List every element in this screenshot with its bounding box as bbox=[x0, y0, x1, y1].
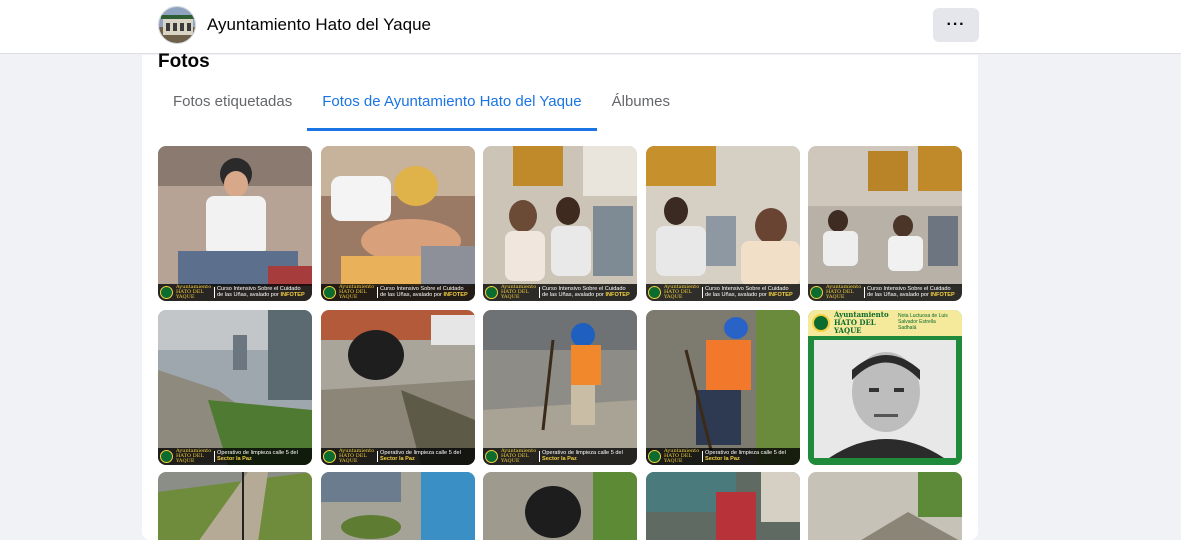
page-header: Ayuntamiento Hato del Yaque ··· bbox=[0, 0, 1181, 54]
ayuntamiento-logo-icon bbox=[485, 450, 498, 463]
caption-text: Operativo de limpieza calle 5 del Sector … bbox=[539, 450, 623, 463]
ayuntamiento-logo-icon bbox=[810, 286, 823, 299]
ayuntamiento-logo-icon bbox=[648, 450, 661, 463]
photo-image bbox=[158, 472, 312, 540]
necrology-text: Nota Luctuosa de Luis Salvador Estrella … bbox=[898, 313, 948, 331]
caption-brand: Ayuntamiento HATO DEL YAQUE bbox=[664, 448, 700, 464]
photo-caption: Ayuntamiento HATO DEL YAQUE Operativo de… bbox=[646, 448, 800, 465]
caption-text: Curso Intensivo Sobre el Cuidado de las U… bbox=[377, 286, 468, 299]
photo-thumbnail[interactable] bbox=[646, 472, 800, 540]
photo-tabs: Fotos etiquetadas Fotos de Ayuntamiento … bbox=[158, 85, 685, 131]
photo-thumbnail[interactable] bbox=[808, 472, 962, 540]
photo-image bbox=[808, 146, 962, 301]
caption-brand: Ayuntamiento HATO DEL YAQUE bbox=[501, 448, 537, 464]
photos-section: Fotos Fotos etiquetadas Fotos de Ayuntam… bbox=[142, 51, 978, 540]
necrology-brand: Ayuntamiento HATO DEL YAQUE bbox=[834, 310, 889, 335]
caption-text: Operativo de limpieza calle 5 del Sector … bbox=[214, 450, 298, 463]
caption-brand: Ayuntamiento HATO DEL YAQUE bbox=[176, 448, 212, 464]
photo-thumbnail[interactable]: Ayuntamiento HATO DEL YAQUE Nota Luctuos… bbox=[808, 310, 962, 465]
photo-image bbox=[321, 310, 475, 465]
caption-text: Curso Intensivo Sobre el Cuidado de las U… bbox=[702, 286, 793, 299]
photo-caption: Ayuntamiento HATO DEL YAQUE Curso Intens… bbox=[483, 284, 637, 301]
ayuntamiento-logo-icon bbox=[812, 314, 830, 332]
caption-text: Operativo de limpieza calle 5 del Sector … bbox=[702, 450, 786, 463]
photo-thumbnail[interactable]: Ayuntamiento HATO DEL YAQUE Curso Intens… bbox=[158, 146, 312, 301]
photo-caption: Ayuntamiento HATO DEL YAQUE Curso Intens… bbox=[158, 284, 312, 301]
photo-thumbnail[interactable]: Ayuntamiento HATO DEL YAQUE Operativo de… bbox=[158, 310, 312, 465]
photo-image bbox=[646, 310, 800, 465]
photo-image bbox=[158, 146, 312, 301]
caption-text: Curso Intensivo Sobre el Cuidado de las U… bbox=[539, 286, 630, 299]
photo-caption: Ayuntamiento HATO DEL YAQUE Curso Intens… bbox=[321, 284, 475, 301]
building-icon bbox=[159, 7, 195, 43]
tab-page-photos[interactable]: Fotos de Ayuntamiento Hato del Yaque bbox=[307, 85, 597, 131]
portrait-image bbox=[814, 340, 956, 458]
tab-tagged-photos[interactable]: Fotos etiquetadas bbox=[158, 85, 307, 131]
photo-caption: Ayuntamiento HATO DEL YAQUE Curso Intens… bbox=[646, 284, 800, 301]
photo-image bbox=[646, 472, 800, 540]
photo-image bbox=[483, 146, 637, 301]
photo-image bbox=[483, 472, 637, 540]
caption-text: Curso Intensivo Sobre el Cuidado de las U… bbox=[864, 286, 955, 299]
photo-thumbnail[interactable]: Ayuntamiento HATO DEL YAQUE Curso Intens… bbox=[646, 146, 800, 301]
caption-text: Curso Intensivo Sobre el Cuidado de las U… bbox=[214, 286, 305, 299]
necrology-header: Ayuntamiento HATO DEL YAQUE Nota Luctuos… bbox=[808, 310, 962, 336]
photo-image bbox=[646, 146, 800, 301]
photo-image bbox=[321, 146, 475, 301]
photo-image bbox=[321, 472, 475, 540]
tab-albums[interactable]: Álbumes bbox=[597, 85, 685, 131]
photo-thumbnail[interactable] bbox=[321, 472, 475, 540]
caption-text: Operativo de limpieza calle 5 del Sector … bbox=[377, 450, 461, 463]
caption-brand: Ayuntamiento HATO DEL YAQUE bbox=[339, 284, 375, 300]
more-options-button[interactable]: ··· bbox=[933, 8, 979, 42]
caption-brand: Ayuntamiento HATO DEL YAQUE bbox=[826, 284, 862, 300]
page-name[interactable]: Ayuntamiento Hato del Yaque bbox=[207, 15, 431, 35]
photo-caption: Ayuntamiento HATO DEL YAQUE Curso Intens… bbox=[808, 284, 962, 301]
ayuntamiento-logo-icon bbox=[160, 450, 173, 463]
caption-brand: Ayuntamiento HATO DEL YAQUE bbox=[664, 284, 700, 300]
page-avatar[interactable] bbox=[158, 6, 196, 44]
ayuntamiento-logo-icon bbox=[323, 286, 336, 299]
photo-thumbnail[interactable]: Ayuntamiento HATO DEL YAQUE Curso Intens… bbox=[321, 146, 475, 301]
photo-caption: Ayuntamiento HATO DEL YAQUE Operativo de… bbox=[483, 448, 637, 465]
photo-thumbnail[interactable]: Ayuntamiento HATO DEL YAQUE Operativo de… bbox=[321, 310, 475, 465]
photo-thumbnail[interactable]: Ayuntamiento HATO DEL YAQUE Operativo de… bbox=[483, 310, 637, 465]
photo-thumbnail[interactable]: Ayuntamiento HATO DEL YAQUE Curso Intens… bbox=[483, 146, 637, 301]
photo-image bbox=[483, 310, 637, 465]
caption-brand: Ayuntamiento HATO DEL YAQUE bbox=[339, 448, 375, 464]
photo-image bbox=[808, 472, 962, 540]
photo-image bbox=[158, 310, 312, 465]
photo-thumbnail[interactable]: Ayuntamiento HATO DEL YAQUE Operativo de… bbox=[646, 310, 800, 465]
photo-thumbnail[interactable] bbox=[158, 472, 312, 540]
ayuntamiento-logo-icon bbox=[648, 286, 661, 299]
caption-brand: Ayuntamiento HATO DEL YAQUE bbox=[176, 284, 212, 300]
photo-thumbnail[interactable]: Ayuntamiento HATO DEL YAQUE Curso Intens… bbox=[808, 146, 962, 301]
photo-caption: Ayuntamiento HATO DEL YAQUE Operativo de… bbox=[158, 448, 312, 465]
photo-thumbnail[interactable] bbox=[483, 472, 637, 540]
caption-brand: Ayuntamiento HATO DEL YAQUE bbox=[501, 284, 537, 300]
section-title: Fotos bbox=[158, 51, 210, 72]
ayuntamiento-logo-icon bbox=[485, 286, 498, 299]
photo-caption: Ayuntamiento HATO DEL YAQUE Operativo de… bbox=[321, 448, 475, 465]
ayuntamiento-logo-icon bbox=[160, 286, 173, 299]
ayuntamiento-logo-icon bbox=[323, 450, 336, 463]
